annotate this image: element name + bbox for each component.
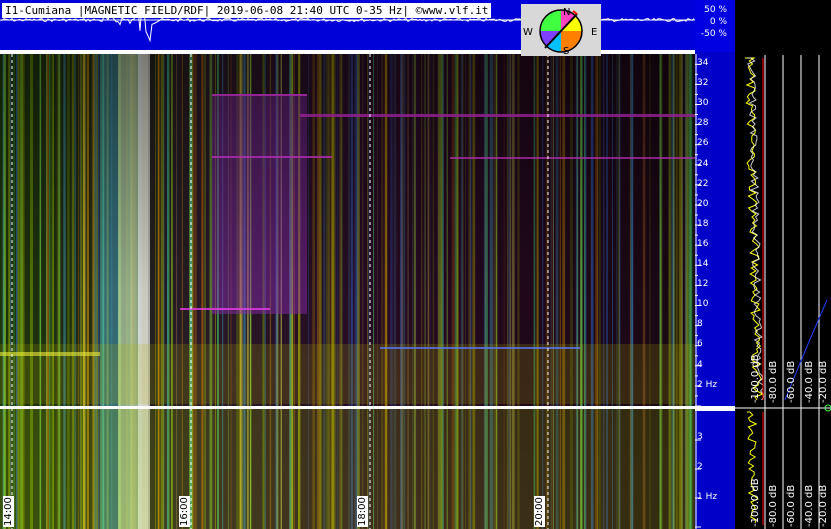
freq-label: 32 bbox=[697, 78, 709, 89]
time-label: 16:00 bbox=[179, 496, 190, 527]
time-label: 20:00 bbox=[534, 496, 545, 527]
freq-label: 8 bbox=[697, 319, 703, 330]
freq-label: 24 bbox=[697, 158, 709, 169]
db-label: -100.0 dB bbox=[750, 354, 761, 403]
amp-top: 50 % bbox=[704, 5, 727, 15]
compass-e: E bbox=[591, 27, 597, 38]
freq-label: 34 bbox=[697, 58, 709, 68]
freq-label: 16 bbox=[697, 238, 709, 249]
direction-compass: N E S W bbox=[521, 4, 601, 57]
page-title: I1-Cumiana |MAGNETIC FIELD/RDF| 2019-06-… bbox=[2, 3, 492, 18]
freq-label: 10 bbox=[697, 299, 709, 310]
panel-separator bbox=[0, 406, 695, 409]
freq-label: 12 bbox=[697, 279, 709, 290]
freq-label: 26 bbox=[697, 138, 709, 149]
vlf-monitor-screen: I1-Cumiana |MAGNETIC FIELD/RDF| 2019-06-… bbox=[0, 0, 831, 529]
freq-label: 20 bbox=[697, 198, 709, 209]
db-label: -40.0 dB bbox=[804, 360, 815, 403]
time-label: 14:00 bbox=[3, 496, 14, 527]
freq-label: 4 bbox=[697, 359, 703, 370]
db-label-lower: -100.0 dB bbox=[750, 478, 761, 527]
time-label: 18:00 bbox=[357, 496, 368, 527]
db-label-lower: -40.0 dB bbox=[804, 484, 815, 527]
compass-n: N bbox=[563, 7, 570, 18]
freq-label: 14 bbox=[697, 259, 709, 269]
freq-label: 6 bbox=[697, 339, 703, 350]
freq-label: 30 bbox=[697, 98, 709, 109]
freq-label: 22 bbox=[697, 178, 709, 189]
freq-label: 2 Hz bbox=[697, 379, 718, 390]
freq-label: 28 bbox=[697, 118, 709, 129]
db-label: -80.0 dB bbox=[768, 360, 779, 403]
freq-label: 18 bbox=[697, 218, 709, 229]
db-label: -60.0 dB bbox=[786, 360, 797, 403]
compass-s: S bbox=[563, 46, 569, 56]
amplitude-scale: 50 % 0 % -50 % bbox=[695, 0, 735, 52]
amp-bottom: -50 % bbox=[700, 29, 727, 39]
spectrogram bbox=[0, 54, 695, 529]
compass-w: W bbox=[523, 27, 533, 38]
db-label: -20.0 dB bbox=[818, 360, 829, 403]
amp-mid: 0 % bbox=[709, 17, 727, 27]
spectrogram-canvas bbox=[0, 54, 695, 529]
db-label-lower: -20.0 dB bbox=[818, 484, 829, 527]
db-label-lower: -60.0 dB bbox=[786, 484, 797, 527]
level-plot bbox=[735, 0, 831, 529]
db-label-lower: -80.0 dB bbox=[768, 484, 779, 527]
